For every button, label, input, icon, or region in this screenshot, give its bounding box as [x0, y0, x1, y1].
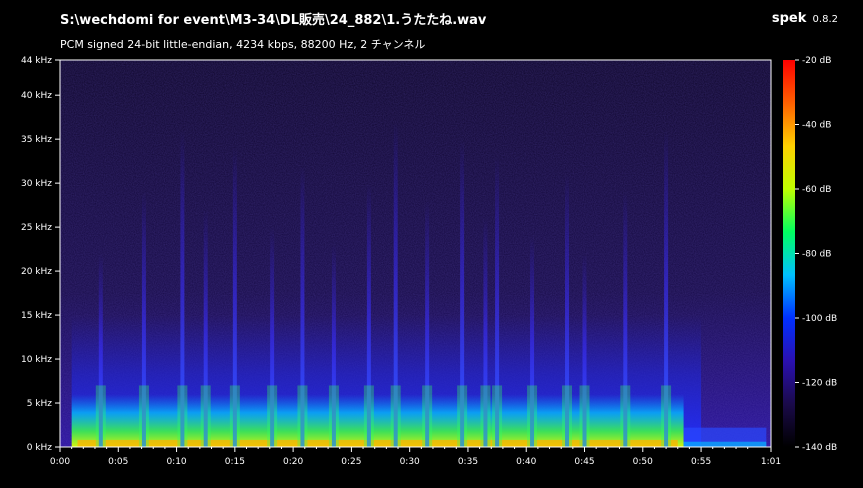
y-tick-label: 15 kHz [21, 311, 52, 321]
spectrogram-transient-glow [138, 385, 149, 447]
x-tick-label: 0:00 [50, 457, 70, 467]
x-tick-label: 0:55 [691, 457, 711, 467]
y-tick-label: 0 kHz [27, 443, 53, 453]
colorbar-tick-label: -140 dB [802, 443, 837, 453]
y-tick-label: 25 kHz [21, 223, 52, 233]
x-tick-label: 0:40 [516, 457, 536, 467]
x-tick-label: 0:25 [341, 457, 361, 467]
spectrogram-transient-glow [328, 385, 339, 447]
spectrogram-transient-glow [177, 385, 188, 447]
spectrogram-transient-glow [267, 385, 278, 447]
time-axis: 0:00 0:05 0:10 0:15 0:20 0:25 0:30 0:35 0:40 0:45… [50, 447, 781, 467]
x-tick-label: 0:35 [458, 457, 478, 467]
y-tick-label: 20 kHz [21, 267, 52, 277]
y-tick-label: 44 kHz [21, 56, 52, 66]
spectrogram-transient-glow [95, 385, 106, 447]
spectrogram-transient-glow [390, 385, 401, 447]
x-tick-label: 0:50 [633, 457, 653, 467]
x-tick-label: 0:10 [166, 457, 186, 467]
spectrogram-lowband [71, 394, 684, 447]
colorbar-tick-label: -40 dB [802, 121, 831, 131]
colorbar-tick-label: -60 dB [802, 185, 831, 195]
colorbar-tick-label: -20 dB [802, 56, 831, 66]
spectrogram-transient-glow [480, 385, 491, 447]
x-tick-label: 0:30 [400, 457, 420, 467]
colorbar-tick-label: -120 dB [802, 379, 837, 389]
spectrogram-transient-glow [422, 385, 433, 447]
colorbar-tick-label: -80 dB [802, 250, 831, 260]
spectrogram-transient-glow [562, 385, 573, 447]
spectrogram-transient-glow [297, 385, 308, 447]
spectrogram-transient-glow [492, 385, 503, 447]
spectrogram-plot-area [59, 59, 772, 448]
y-tick-label: 35 kHz [21, 135, 52, 145]
colorbar-tick-label: -100 dB [802, 314, 837, 324]
y-tick-label: 30 kHz [21, 179, 52, 189]
spectrogram-transient-glow [527, 385, 538, 447]
spectrogram-chart: 0 kHz 5 kHz 10 kHz 15 kHz 20 kHz 25 kHz 30 kHz… [21, 56, 837, 467]
db-colorbar: -20 dB -40 dB -60 dB -80 dB -100 dB -120 dB -1… [783, 56, 837, 453]
colorbar-gradient [783, 60, 795, 447]
spectrogram-transient-glow [457, 385, 468, 447]
frequency-axis: 0 kHz 5 kHz 10 kHz 15 kHz 20 kHz 25 kHz 30 kHz… [21, 56, 60, 453]
x-tick-label: 0:20 [283, 457, 303, 467]
x-tick-label: 0:05 [108, 457, 128, 467]
spectrogram-transient-glow [200, 385, 211, 447]
spectrogram-transient-glow [661, 385, 672, 447]
spectrogram-transient-glow [229, 385, 240, 447]
x-tick-label: 1:01 [761, 457, 781, 467]
y-tick-label: 40 kHz [21, 91, 52, 101]
spectrogram-tail-low [683, 441, 767, 447]
y-tick-label: 5 kHz [27, 399, 53, 409]
y-tick-label: 10 kHz [21, 355, 52, 365]
spectrogram-transient-glow [620, 385, 631, 447]
x-tick-label: 0:15 [225, 457, 245, 467]
x-tick-label: 0:45 [574, 457, 594, 467]
spectrogram-transient-glow [579, 385, 590, 447]
spectrogram-transient-glow [363, 385, 374, 447]
